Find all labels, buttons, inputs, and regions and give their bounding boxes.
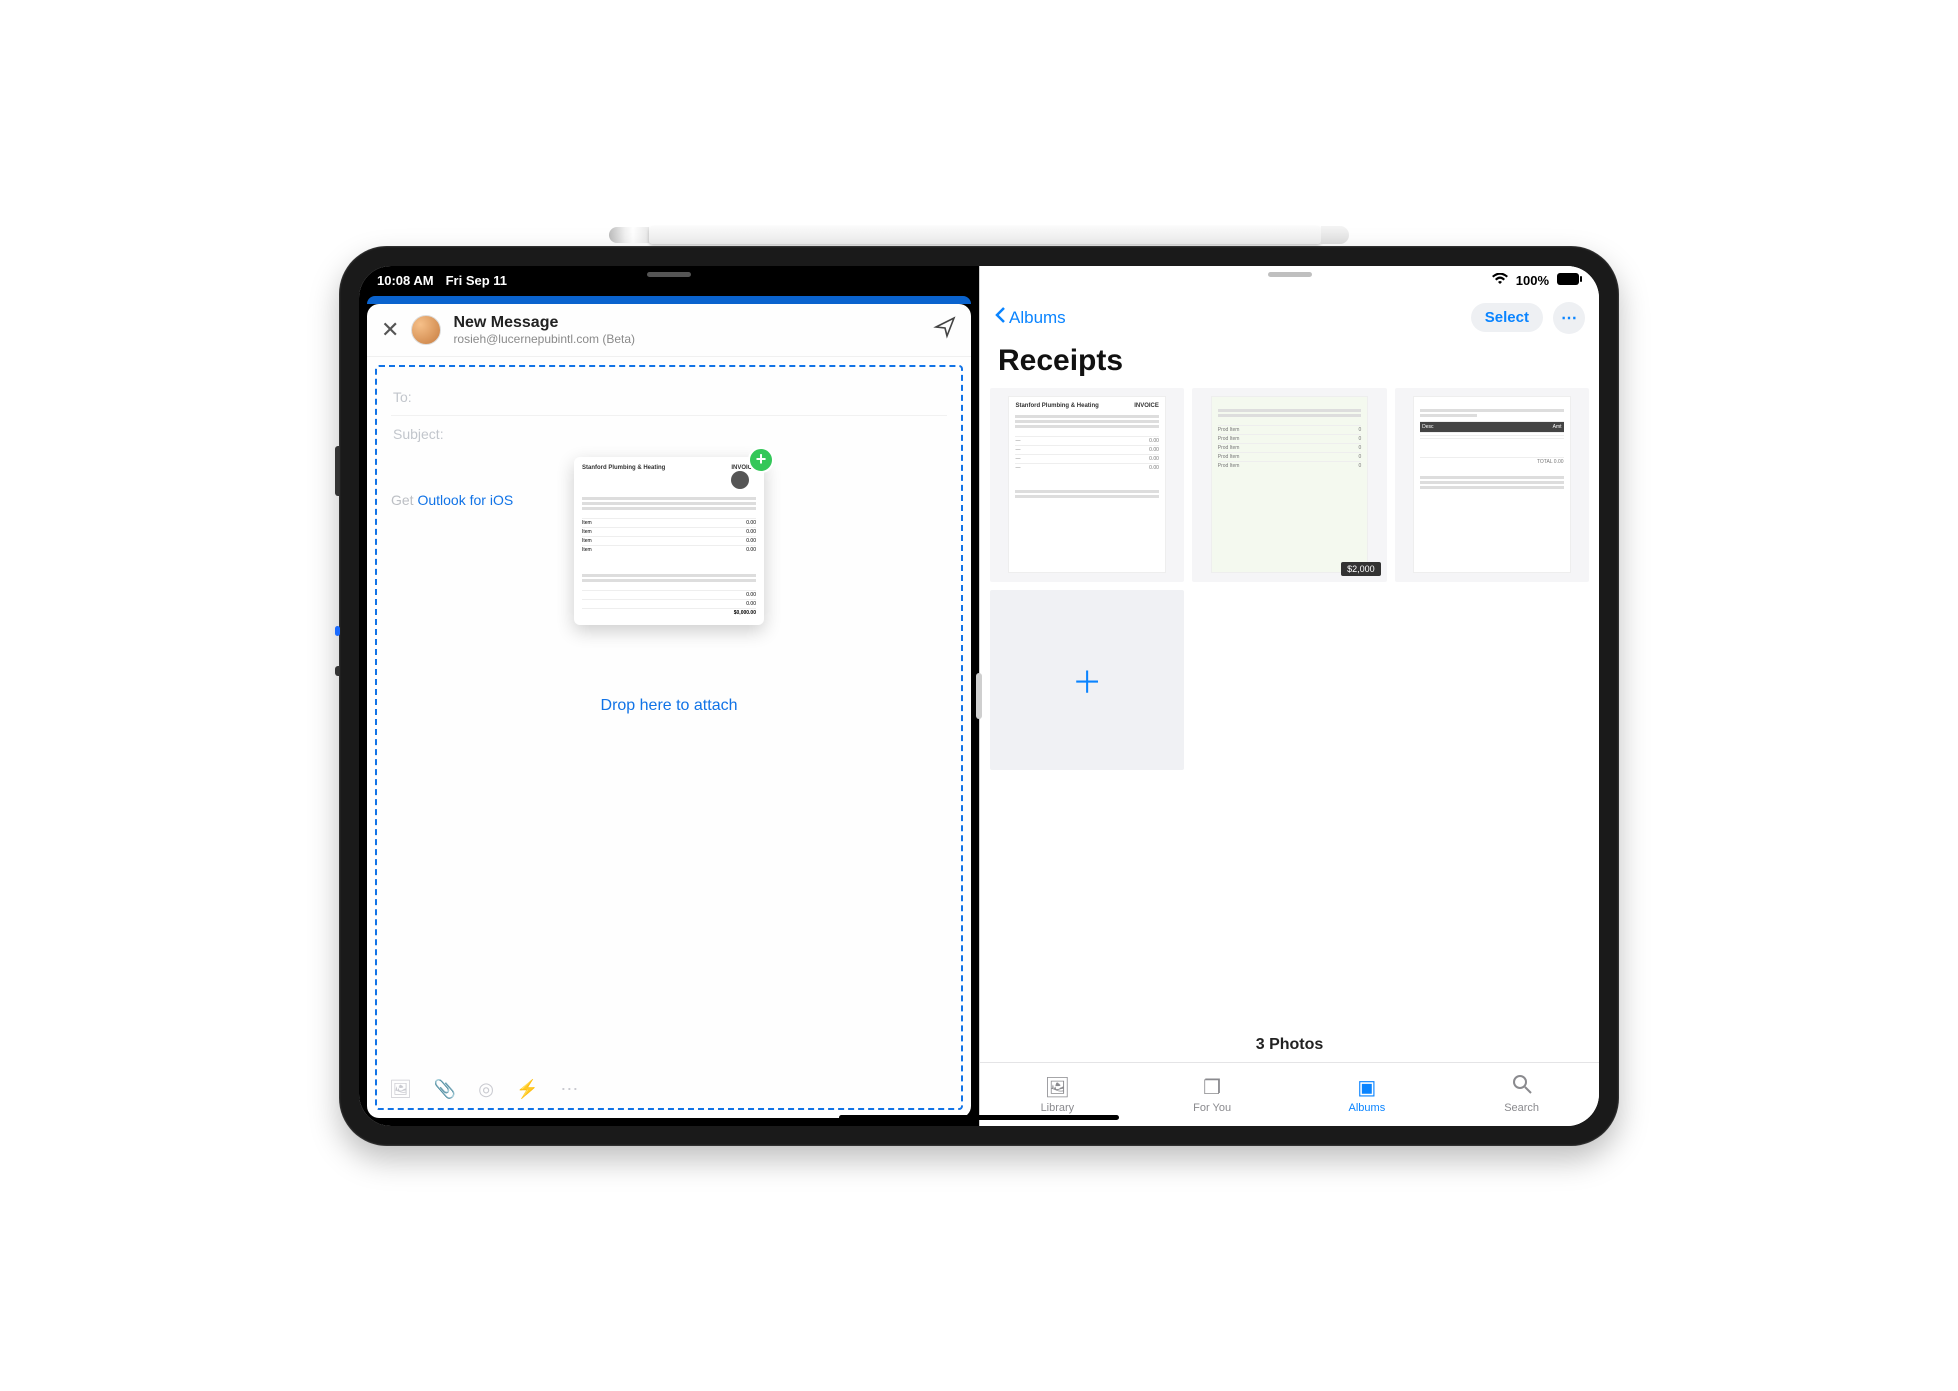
album-title: Receipts: [980, 340, 1599, 388]
outlook-pane: 10:08 AM Fri Sep 11 ✕ New Message rosieh…: [359, 266, 979, 1126]
compose-toolbar: 🖼 📎 ◎ ⚡ ⋯: [389, 1079, 578, 1100]
drop-hint-label: Drop here to attach: [377, 697, 961, 715]
compose-from: rosieh@lucernepubintl.com (Beta): [453, 332, 921, 346]
send-icon[interactable]: [933, 315, 957, 344]
add-photo-button[interactable]: ＋: [990, 590, 1184, 770]
battery-label: 100%: [1516, 273, 1549, 288]
albums-icon: ▣: [1357, 1075, 1376, 1100]
back-button[interactable]: Albums: [994, 306, 1066, 329]
quick-icon[interactable]: ⚡: [516, 1079, 538, 1100]
photo-thumbnail[interactable]: DescAmt TOTAL 0.00: [1395, 388, 1589, 582]
home-indicator[interactable]: [839, 1115, 1119, 1120]
camera-icon[interactable]: ◎: [478, 1079, 494, 1100]
status-bar-right: 100%: [980, 266, 1599, 296]
plus-icon: ＋: [1072, 658, 1102, 702]
photo-grid: Stanford Plumbing & HeatingINVOICE —0.00…: [980, 388, 1599, 770]
foryou-icon: ❐: [1203, 1075, 1221, 1100]
dragged-photo[interactable]: + Stanford Plumbing & HeatingINVOICE Ite…: [574, 457, 764, 625]
more-button[interactable]: ⋯: [1553, 302, 1585, 334]
library-icon: 🖼: [1045, 1075, 1070, 1100]
photo-count: 3 Photos: [980, 1028, 1599, 1062]
multitask-handle-icon[interactable]: [1268, 272, 1312, 277]
photo-thumbnail[interactable]: Prod Item0Prod Item0Prod Item0Prod Item0…: [1192, 388, 1386, 582]
compose-title: New Message: [453, 314, 921, 332]
to-field[interactable]: To:: [391, 379, 947, 416]
ipad-frame: 10:08 AM Fri Sep 11 ✕ New Message rosieh…: [339, 246, 1619, 1146]
compose-card: ✕ New Message rosieh@lucernepubintl.com …: [367, 304, 971, 1118]
more-icon[interactable]: ⋯: [560, 1079, 578, 1100]
drop-zone[interactable]: To: Subject: Get Outlook for iOS + Stanf…: [375, 365, 963, 1110]
tab-foryou[interactable]: ❐ For You: [1135, 1063, 1290, 1126]
screen: 10:08 AM Fri Sep 11 ✕ New Message rosieh…: [359, 266, 1599, 1126]
split-resize-handle[interactable]: [976, 673, 982, 719]
avatar: [411, 315, 441, 345]
attach-icon[interactable]: 📎: [434, 1079, 456, 1100]
photo-thumbnail[interactable]: Stanford Plumbing & HeatingINVOICE —0.00…: [990, 388, 1184, 582]
multitask-handle-icon[interactable]: [647, 272, 691, 277]
subject-field[interactable]: Subject:: [391, 416, 947, 452]
tab-albums[interactable]: ▣ Albums: [1290, 1063, 1445, 1126]
close-icon[interactable]: ✕: [381, 317, 399, 343]
status-time: 10:08 AM: [377, 273, 434, 288]
apple-pencil: [609, 222, 1349, 248]
photos-pane: 100% Albums Select ⋯ Receipts: [979, 266, 1599, 1126]
outlook-topbar: [367, 296, 971, 304]
search-icon: [1512, 1074, 1532, 1100]
wifi-icon: [1492, 273, 1508, 288]
photo-icon[interactable]: 🖼: [389, 1079, 412, 1100]
status-bar-left: 10:08 AM Fri Sep 11: [359, 266, 979, 296]
chevron-left-icon: [994, 306, 1006, 329]
plus-badge-icon: +: [748, 447, 774, 473]
status-date: Fri Sep 11: [446, 273, 507, 288]
battery-icon: [1557, 273, 1583, 288]
tab-search[interactable]: Search: [1444, 1063, 1599, 1126]
outlook-link[interactable]: Outlook for iOS: [417, 492, 513, 508]
price-badge: $2,000: [1341, 562, 1381, 576]
select-button[interactable]: Select: [1471, 303, 1543, 332]
nav-bar: Albums Select ⋯: [980, 296, 1599, 340]
